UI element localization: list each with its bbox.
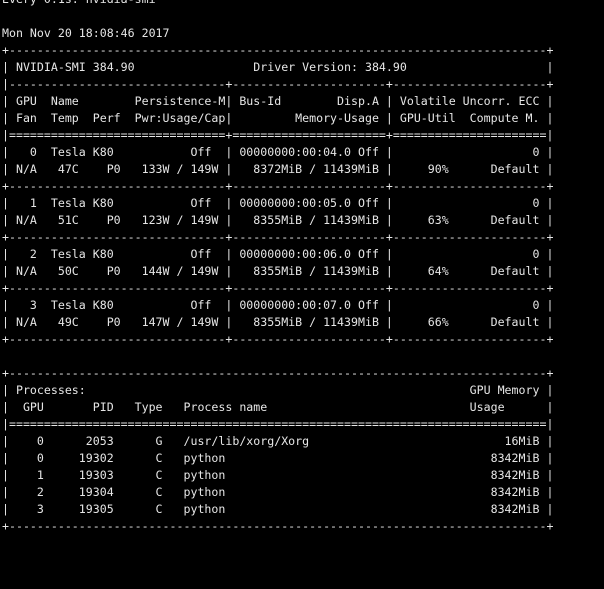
terminal-line: |-------------------------------+-------… — [2, 77, 554, 91]
terminal-line: +-------------------------------+-------… — [2, 281, 554, 295]
terminal-line: | GPU Name Persistence-M| Bus-Id Disp.A … — [2, 94, 554, 108]
terminal-line: | N/A 49C P0 147W / 149W | 8355MiB / 114… — [2, 315, 554, 329]
terminal-line: | NVIDIA-SMI 384.90 Driver Version: 384.… — [2, 60, 554, 74]
terminal-line: Every 0.1s: nvidia-smi — [2, 0, 156, 6]
terminal-line: Mon Nov 20 18:08:46 2017 — [2, 26, 170, 40]
terminal-line: | N/A 47C P0 133W / 149W | 8372MiB / 114… — [2, 162, 554, 176]
terminal-line: | Fan Temp Perf Pwr:Usage/Cap| Memory-Us… — [2, 111, 554, 125]
terminal-line: +---------------------------------------… — [2, 519, 554, 533]
terminal-line: | 2 Tesla K80 Off | 00000000:00:06.0 Off… — [2, 247, 554, 261]
terminal-line: +-------------------------------+-------… — [2, 179, 554, 193]
terminal-window[interactable]: Every 0.1s: nvidia-smi Mon Nov 20 18:08:… — [0, 0, 604, 589]
terminal-line: | 3 Tesla K80 Off | 00000000:00:07.0 Off… — [2, 298, 554, 312]
terminal-line: |=======================================… — [2, 417, 554, 431]
terminal-line: +-------------------------------+-------… — [2, 332, 554, 346]
terminal-line: | 1 Tesla K80 Off | 00000000:00:05.0 Off… — [2, 196, 554, 210]
terminal-line: +---------------------------------------… — [2, 43, 554, 57]
terminal-line: | 0 19302 C python 8342MiB | — [2, 451, 554, 465]
terminal-line: | 2 19304 C python 8342MiB | — [2, 485, 554, 499]
terminal-line: | Processes: GPU Memory | — [2, 383, 554, 397]
terminal-line: +-------------------------------+-------… — [2, 230, 554, 244]
terminal-line: |===============================+=======… — [2, 128, 554, 142]
terminal-line: +---------------------------------------… — [2, 366, 554, 380]
terminal-line: | 0 2053 G /usr/lib/xorg/Xorg 16MiB | — [2, 434, 554, 448]
terminal-line: | N/A 50C P0 144W / 149W | 8355MiB / 114… — [2, 264, 554, 278]
terminal-line: | GPU PID Type Process name Usage | — [2, 400, 554, 414]
terminal-line: | N/A 51C P0 123W / 149W | 8355MiB / 114… — [2, 213, 554, 227]
terminal-line: | 3 19305 C python 8342MiB | — [2, 502, 554, 516]
terminal-output: Every 0.1s: nvidia-smi Mon Nov 20 18:08:… — [0, 0, 604, 535]
terminal-line: | 0 Tesla K80 Off | 00000000:00:04.0 Off… — [2, 145, 554, 159]
terminal-line: | 1 19303 C python 8342MiB | — [2, 468, 554, 482]
